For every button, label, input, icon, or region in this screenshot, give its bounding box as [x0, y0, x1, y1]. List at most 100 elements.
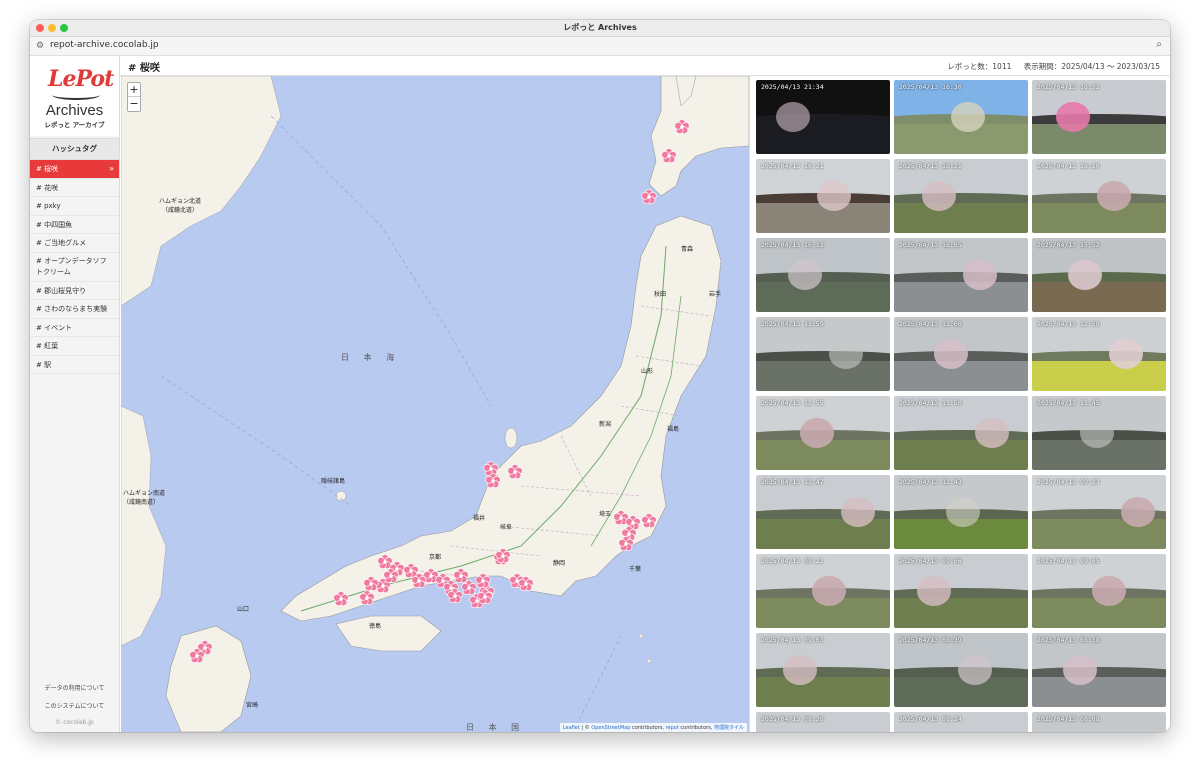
url-text[interactable]: repot-archive.cocolab.jp	[50, 40, 159, 50]
photo-thumbnail[interactable]: 2025/04/13 21:34	[756, 80, 890, 154]
hashtag-item[interactable]: # 桜咲 »	[30, 160, 119, 179]
photo-thumbnail[interactable]: 2025/04/13 16:30	[894, 80, 1028, 154]
photo-thumbnail[interactable]: 2025/04/13 16:22	[1032, 80, 1166, 154]
sakura-marker-icon[interactable]	[477, 589, 493, 605]
sakura-marker-icon[interactable]	[189, 648, 205, 664]
photo-timestamp: 2025/04/13 13:00	[899, 320, 962, 328]
zoom-in-button[interactable]: +	[128, 83, 140, 97]
thumb-ground	[756, 673, 890, 707]
leaflet-link[interactable]: Leaflet	[563, 725, 580, 731]
photo-thumbnail[interactable]: 2025/04/13 16:21	[894, 159, 1028, 233]
photo-thumbnail[interactable]: 2025/04/13 11:47	[756, 475, 890, 549]
photo-thumbnail[interactable]: 2025/04/13 11:50	[894, 396, 1028, 470]
sakura-marker-icon[interactable]	[333, 591, 349, 607]
sakura-marker-icon[interactable]	[641, 189, 657, 205]
hashtag-item[interactable]: # オープンデータソフトクリーム	[30, 253, 119, 282]
photo-timestamp: 2025/04/13 08:38	[1037, 636, 1100, 644]
hashtag-item[interactable]: # ご当地グルメ	[30, 234, 119, 253]
photo-thumbnail[interactable]: 2025/04/13 11:43	[894, 475, 1028, 549]
photo-thumbnail[interactable]: 2025/04/13 12:58	[1032, 317, 1166, 391]
hashtag-label: # 花咲	[36, 183, 59, 192]
place-label: 静岡	[553, 560, 566, 567]
map[interactable]: + − 日 本 海 日 本 国 青森 秋田 岩手 山形 新潟 福島 石川 福井 …	[121, 76, 749, 732]
hashtag-item[interactable]: # さわのならまち実験	[30, 300, 119, 319]
photo-thumbnail[interactable]: 2025/04/13 09:06	[894, 554, 1028, 628]
hashtag-item[interactable]: # 花咲	[30, 179, 119, 197]
photo-thumbnail[interactable]: 2025/04/13 16:21	[756, 159, 890, 233]
sakura-marker-icon[interactable]	[518, 576, 534, 592]
photo-thumbnail[interactable]: 2025/04/13 11:45	[1032, 396, 1166, 470]
hashtag-label: # さわのならまち実験	[36, 305, 108, 313]
search-icon[interactable]: ⌕	[1156, 39, 1162, 50]
sakura-marker-icon[interactable]	[661, 148, 677, 164]
sakura-marker-icon[interactable]	[507, 464, 523, 480]
zoom-out-button[interactable]: −	[128, 97, 140, 111]
thumb-tree	[1092, 575, 1126, 606]
place-label: 京都	[429, 554, 442, 561]
photo-thumbnail[interactable]: 2025/04/13 16:12	[756, 238, 890, 312]
thumb-tree	[783, 654, 817, 685]
hashtag-item[interactable]: # 駅	[30, 356, 119, 374]
place-label: 宮崎	[246, 702, 259, 709]
photo-thumbnail[interactable]: 2025/04/13 08:39	[894, 633, 1028, 707]
photo-thumbnail[interactable]: 2025/04/13 09:23	[1032, 475, 1166, 549]
hashtag-heading: ハッシュタグ	[30, 138, 119, 160]
hashtag-label: # 駅	[36, 360, 52, 369]
sakura-marker-icon[interactable]	[674, 119, 690, 135]
photo-thumbnail[interactable]: 2025/04/13 08:24	[894, 712, 1028, 732]
hashtag-label: # 桜咲	[36, 165, 59, 173]
photo-thumbnail[interactable]: 2025/04/13 16:05	[894, 238, 1028, 312]
hashtag-item[interactable]: # pxky	[30, 197, 119, 216]
photo-thumbnail[interactable]: 2025/04/13 13:59	[756, 317, 890, 391]
logo-mark: LePot	[48, 66, 114, 92]
hashtag-item[interactable]: # 紅葉	[30, 337, 119, 356]
thumb-hill	[1032, 667, 1166, 678]
thumb-ground	[894, 594, 1028, 628]
sakura-marker-icon[interactable]	[475, 573, 491, 589]
photo-thumbnail[interactable]: 2025/04/13 09:22	[756, 554, 890, 628]
hashtag-item[interactable]: # イベント	[30, 319, 119, 337]
photo-thumbnail[interactable]: 2025/04/13 08:26	[756, 712, 890, 732]
period-label: 表示期間：	[1023, 62, 1062, 71]
place-label: 千葉	[629, 566, 642, 573]
thumb-tree	[776, 101, 810, 132]
sakura-marker-icon[interactable]	[495, 548, 511, 564]
sakura-marker-icon[interactable]	[618, 536, 634, 552]
photo-timestamp: 2025/04/13 11:45	[1037, 399, 1100, 407]
thumb-ground	[756, 120, 890, 154]
osm-link[interactable]: OpenStreetMap	[591, 725, 630, 731]
sakura-marker-icon[interactable]	[641, 513, 657, 529]
site-settings-icon[interactable]: ⚙	[36, 41, 44, 51]
copyright: © cocolab.jp	[55, 719, 94, 726]
photo-thumbnail[interactable]: 2025/04/13 12:55	[756, 396, 890, 470]
photo-thumbnail[interactable]: 2025/04/13 09:03	[756, 633, 890, 707]
photo-thumbnail[interactable]: 2025/04/13 08:08	[1032, 712, 1166, 732]
map-base[interactable]	[121, 76, 749, 732]
sakura-marker-icon[interactable]	[485, 473, 501, 489]
photo-thumbnail[interactable]: 2025/04/13 13:00	[894, 317, 1028, 391]
sakura-marker-icon[interactable]	[447, 588, 463, 604]
photo-thumbnail[interactable]: 2025/04/13 08:38	[1032, 633, 1166, 707]
gsi-link[interactable]: 地理院タイル	[714, 725, 744, 731]
hashtag-item[interactable]: # 中四国魚	[30, 216, 119, 234]
photo-thumbnail[interactable]: 2025/04/13 15:52	[1032, 238, 1166, 312]
thumb-ground	[894, 278, 1028, 312]
logo[interactable]: LePot Archives レポっと アーカイブ	[30, 56, 119, 136]
sea-label-2: 日 本 国	[466, 723, 526, 732]
about-link[interactable]: このシステムについて	[30, 701, 119, 710]
photo-thumbnail[interactable]: 2025/04/13 16:20	[1032, 159, 1166, 233]
sakura-marker-icon[interactable]	[363, 576, 379, 592]
address-bar[interactable]: ⚙ repot-archive.cocolab.jp ⌕	[30, 37, 1170, 56]
sakura-marker-icon[interactable]	[383, 568, 399, 584]
photo-timestamp: 2025/04/13 16:30	[899, 83, 962, 91]
data-use-link[interactable]: データの利用について	[30, 683, 119, 692]
repot-link[interactable]: repot	[666, 725, 679, 731]
place-label: 青森	[681, 246, 694, 253]
photo-timestamp: 2025/04/13 08:39	[899, 636, 962, 644]
sakura-marker-icon[interactable]	[359, 590, 375, 606]
hashtag-label: # 中四国魚	[36, 220, 73, 229]
photo-thumbnail[interactable]: 2025/04/13 09:05	[1032, 554, 1166, 628]
hashtag-item[interactable]: # 郡山桜見守り	[30, 282, 119, 300]
place-label: 秋田	[654, 291, 667, 298]
thumb-tree	[1080, 417, 1114, 448]
